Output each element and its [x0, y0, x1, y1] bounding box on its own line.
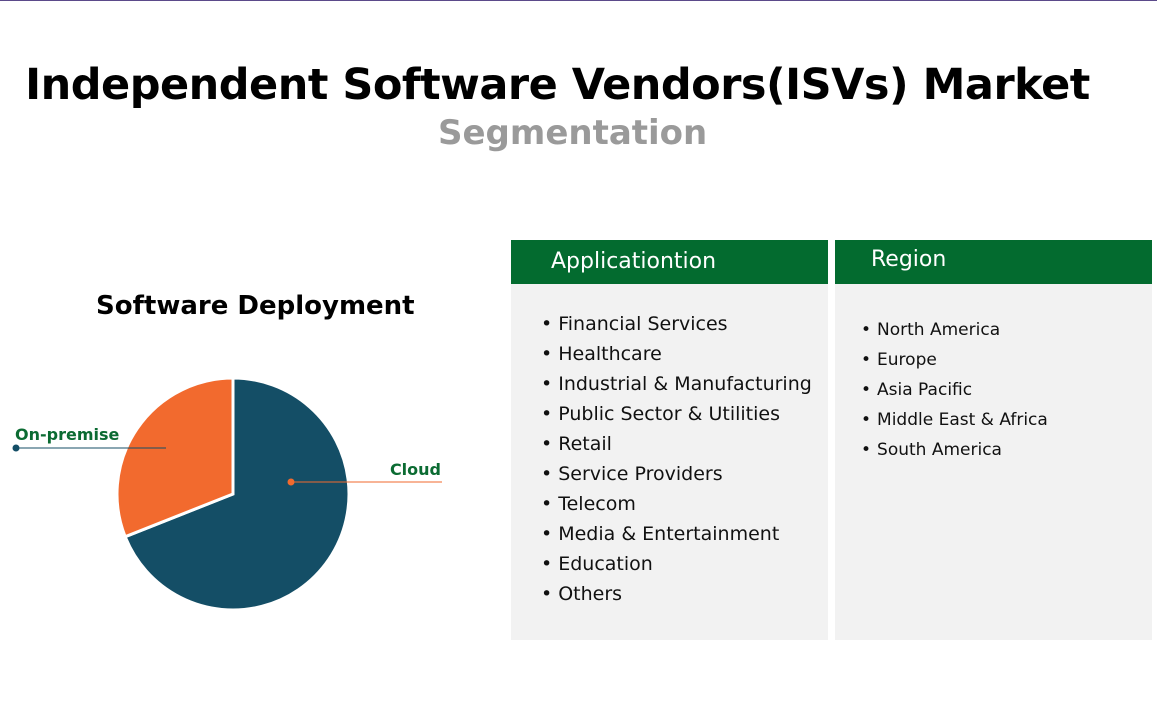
page-subtitle: Segmentation — [438, 113, 708, 153]
page-title: Independent Software Vendors(ISVs) Marke… — [25, 60, 1090, 110]
label-cloud: Cloud — [390, 460, 441, 479]
bullet-icon: • — [541, 493, 553, 515]
list-item: • Service Providers — [541, 459, 828, 489]
list-item: • Asia Pacific — [861, 375, 1152, 405]
application-header: Applicationtion — [511, 240, 828, 284]
bullet-icon: • — [541, 553, 553, 575]
list-item: • Media & Entertainment — [541, 519, 828, 549]
application-panel: Applicationtion • Financial Services • Heal… — [511, 240, 828, 640]
top-border — [0, 0, 1157, 1]
list-item-label: Service Providers — [558, 463, 723, 485]
bullet-icon: • — [541, 463, 553, 485]
list-item-label: Middle East & Africa — [877, 410, 1048, 430]
bullet-icon: • — [541, 403, 553, 425]
cloud-leader-dot — [287, 478, 295, 486]
pie-chart: On-premise Cloud — [12, 376, 442, 612]
list-item-label: Media & Entertainment — [558, 523, 780, 545]
bullet-icon: • — [861, 380, 872, 400]
list-item: • Middle East & Africa — [861, 405, 1152, 435]
bullet-icon: • — [861, 350, 872, 370]
on-premise-leader-dot — [12, 444, 20, 452]
bullet-icon: • — [861, 410, 872, 430]
list-item: • Healthcare — [541, 339, 828, 369]
list-item-label: Industrial & Manufacturing — [558, 373, 812, 395]
region-panel: Region • North America • Europe • Asia Pacifi… — [835, 240, 1152, 640]
list-item-label: Europe — [877, 350, 937, 370]
list-item-label: South America — [877, 440, 1002, 460]
application-list: • Financial Services • Healthcare • Industria… — [511, 284, 828, 609]
list-item-label: North America — [877, 320, 1001, 340]
bullet-icon: • — [541, 373, 553, 395]
list-item: • Industrial & Manufacturing — [541, 369, 828, 399]
list-item-label: Public Sector & Utilities — [558, 403, 780, 425]
list-item: • Public Sector & Utilities — [541, 399, 828, 429]
bullet-icon: • — [541, 343, 553, 365]
list-item: • Financial Services — [541, 309, 828, 339]
list-item: • Retail — [541, 429, 828, 459]
list-item: • Others — [541, 579, 828, 609]
bullet-icon: • — [541, 523, 553, 545]
bullet-icon: • — [541, 433, 553, 455]
region-list: • North America • Europe • Asia Pacific • Middl… — [835, 284, 1152, 465]
label-on-premise: On-premise — [15, 425, 120, 444]
list-item-label: Telecom — [558, 493, 636, 515]
list-item: • Education — [541, 549, 828, 579]
region-header: Region — [835, 240, 1152, 284]
list-item-label: Others — [558, 583, 623, 605]
list-item: • Telecom — [541, 489, 828, 519]
list-item-label: Healthcare — [558, 343, 662, 365]
bullet-icon: • — [541, 583, 553, 605]
list-item-label: Retail — [558, 433, 612, 455]
list-item: • Europe — [861, 345, 1152, 375]
list-item-label: Asia Pacific — [877, 380, 973, 400]
bullet-icon: • — [541, 313, 553, 335]
bullet-icon: • — [861, 440, 872, 460]
list-item: • South America — [861, 435, 1152, 465]
list-item-label: Education — [558, 553, 653, 575]
list-item-label: Financial Services — [558, 313, 728, 335]
pie-chart-title: Software Deployment — [96, 291, 415, 321]
bullet-icon: • — [861, 320, 872, 340]
list-item: • North America — [861, 315, 1152, 345]
